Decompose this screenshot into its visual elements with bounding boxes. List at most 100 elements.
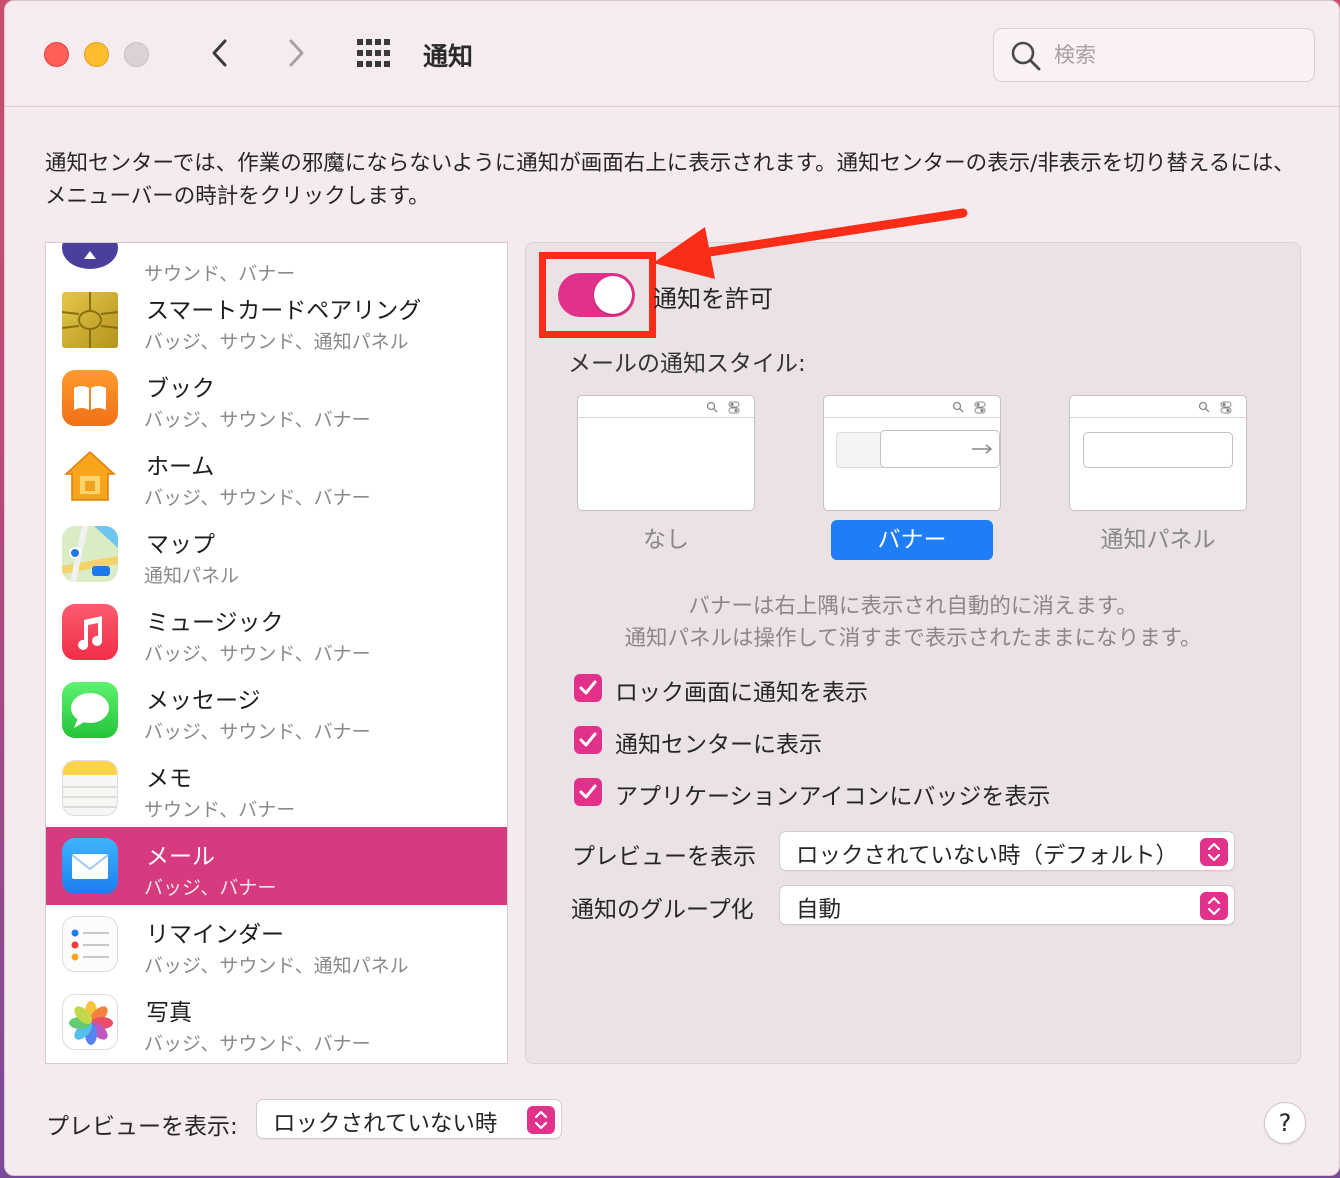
annotation-highlight-box: [539, 252, 656, 338]
books-icon: [62, 370, 118, 426]
select-value: ロックされていない時: [273, 1111, 498, 1137]
maps-icon: [62, 526, 118, 582]
notification-style-label: メールの通知スタイル:: [568, 351, 806, 377]
app-sub: サウンド、バナー: [144, 799, 296, 821]
search-input[interactable]: [1054, 39, 1294, 71]
help-button[interactable]: ?: [1264, 1102, 1306, 1144]
app-name: メモ: [146, 766, 192, 792]
messages-icon: [62, 682, 118, 738]
system-preferences-window: 通知 通知センターでは、作業の邪魔にならないように通知が画面右上に表示されます。…: [4, 0, 1340, 1176]
explanation-line: バナーは右上隅に表示され自動的に消えます。: [688, 594, 1138, 619]
app-list[interactable]: サウンド、バナー スマートカードペアリング バッジ、サウンド、通知パネル ブック…: [45, 242, 508, 1064]
minimize-window-button[interactable]: [84, 42, 109, 67]
window-title: 通知: [423, 42, 474, 71]
app-sub: バッジ、サウンド、通知パネル: [144, 331, 409, 353]
photos-icon: [62, 994, 118, 1050]
app-sub: バッジ、サウンド、バナー: [144, 487, 371, 509]
control-center-icon: [1220, 401, 1232, 414]
control-center-icon: [974, 401, 986, 414]
checkmark-icon: [579, 732, 597, 747]
grouping-select[interactable]: 自動: [779, 885, 1235, 925]
show-all-button[interactable]: [355, 37, 395, 71]
reminders-icon: [62, 916, 118, 972]
app-sub: バッジ、バナー: [144, 877, 277, 899]
list-item[interactable]: スマートカードペアリング バッジ、サウンド、通知パネル: [46, 281, 507, 359]
list-item[interactable]: 写真 バッジ、サウンド、バナー: [46, 983, 507, 1061]
stepper-arrows-icon: [1200, 892, 1228, 920]
notification-center-label: 通知センターに表示: [615, 732, 822, 758]
list-item[interactable]: ホーム バッジ、サウンド、バナー: [46, 437, 507, 515]
app-sub: バッジ、サウンド、バナー: [144, 1033, 371, 1055]
app-sub: 通知パネル: [144, 565, 240, 587]
mail-icon: [62, 838, 118, 894]
style-caption-banner[interactable]: バナー: [831, 520, 993, 560]
banner-preview: [880, 430, 1000, 468]
chevron-left-icon: [212, 39, 227, 67]
search-icon: [706, 401, 718, 413]
grouping-label: 通知のグループ化: [571, 897, 754, 923]
app-sub: バッジ、サウンド、バナー: [144, 721, 371, 743]
zoom-window-button[interactable]: [124, 42, 149, 67]
control-center-icon: [728, 401, 740, 414]
app-name: スマートカードペアリング: [146, 298, 422, 324]
allow-notifications-label: 通知を許可: [653, 285, 773, 313]
app-sub: バッジ、サウンド、バナー: [144, 409, 371, 431]
list-item[interactable]: ミュージック バッジ、サウンド、バナー: [46, 593, 507, 671]
lock-screen-label: ロック画面に通知を表示: [615, 680, 868, 706]
badge-icon-checkbox[interactable]: [574, 778, 602, 806]
annotation-arrow-icon: [653, 208, 968, 279]
close-window-button[interactable]: [44, 42, 69, 67]
badge-icon-label: アプリケーションアイコンにバッジを表示: [615, 784, 1051, 810]
app-name: ブック: [146, 376, 215, 402]
app-name: メール: [146, 844, 215, 870]
style-option-none[interactable]: [577, 395, 755, 511]
smartcard-icon: [61, 292, 119, 348]
chevron-right-icon: [289, 39, 304, 67]
style-caption-none[interactable]: なし: [585, 520, 747, 560]
forward-button[interactable]: [275, 33, 315, 73]
app-name: 写真: [146, 1000, 192, 1026]
select-value: 自動: [796, 897, 842, 923]
list-item[interactable]: メモ サウンド、バナー: [46, 749, 507, 827]
footer-preview-label: プレビューを表示:: [46, 1114, 238, 1140]
grid-icon: [357, 39, 390, 67]
alert-preview: [1083, 432, 1233, 468]
list-item[interactable]: リマインダー バッジ、サウンド、通知パネル: [46, 905, 507, 983]
stepper-arrows-icon: [527, 1106, 555, 1134]
explanation-line: 通知パネルは操作して消すまで表示されたままになります。: [624, 626, 1202, 651]
style-option-alert[interactable]: [1069, 395, 1247, 511]
music-icon: [62, 604, 118, 660]
app-name: マップ: [146, 532, 215, 558]
style-caption-alert[interactable]: 通知パネル: [1077, 520, 1239, 560]
app-name: ミュージック: [146, 610, 284, 636]
list-item[interactable]: ブック バッジ、サウンド、バナー: [46, 359, 507, 437]
show-preview-select[interactable]: ロックされていない時（デフォルト）: [779, 831, 1235, 871]
list-item[interactable]: メッセージ バッジ、サウンド、バナー: [46, 671, 507, 749]
search-icon: [952, 401, 964, 413]
app-sub: バッジ、サウンド、バナー: [144, 643, 371, 665]
footer-preview-select[interactable]: ロックされていない時: [256, 1099, 562, 1139]
arrow-right-icon: [972, 444, 993, 454]
notification-center-checkbox[interactable]: [574, 726, 602, 754]
app-name: メッセージ: [146, 688, 261, 714]
list-item-selected[interactable]: メール バッジ、バナー: [46, 827, 507, 905]
select-value: ロックされていない時（デフォルト）: [796, 843, 1178, 869]
search-field[interactable]: [993, 28, 1315, 82]
home-icon: [62, 448, 118, 504]
search-icon: [1198, 401, 1210, 413]
checkmark-icon: [579, 784, 597, 799]
stepper-arrows-icon: [1200, 838, 1228, 866]
toolbar: 通知: [5, 1, 1339, 107]
show-preview-label: プレビューを表示: [572, 844, 756, 870]
list-item[interactable]: マップ 通知パネル: [46, 515, 507, 593]
checkmark-icon: [579, 680, 597, 695]
search-icon: [1011, 41, 1041, 71]
notes-icon: [62, 760, 118, 816]
back-button[interactable]: [201, 33, 241, 73]
app-sub: バッジ、サウンド、通知パネル: [144, 955, 409, 977]
unknown-app-icon: [62, 243, 118, 269]
app-name: リマインダー: [146, 922, 284, 948]
app-name: ホーム: [146, 454, 215, 480]
lock-screen-checkbox[interactable]: [574, 674, 602, 702]
style-option-banner[interactable]: [823, 395, 1001, 511]
